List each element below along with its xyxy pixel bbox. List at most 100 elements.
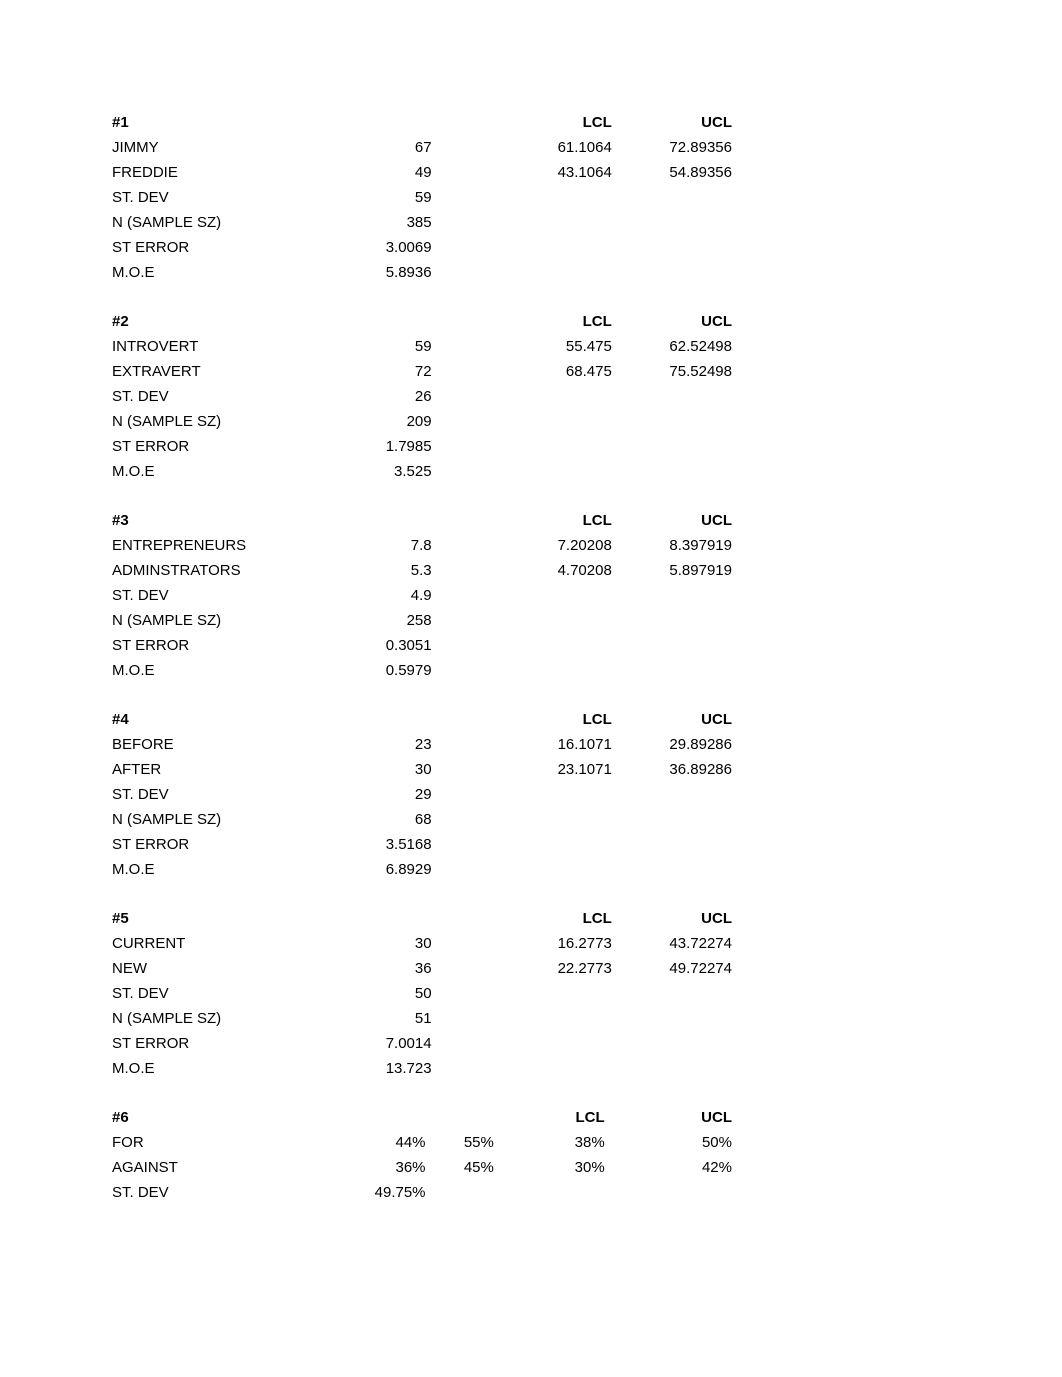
stats-table: #2LCLUCLINTROVERT5955.47562.52498EXTRAVE… (112, 309, 732, 484)
table-row: M.O.E6.8929 (112, 857, 732, 882)
stats-section-1: #1LCLUCLJIMMY6761.106472.89356FREDDIE494… (112, 110, 732, 285)
row-lcl: 30% (494, 1155, 605, 1180)
table-row: M.O.E3.525 (112, 459, 732, 484)
row-label: ST ERROR (112, 1031, 316, 1056)
section-id: #3 (112, 508, 316, 533)
table-row: ADMINSTRATORS5.34.702085.897919 (112, 558, 732, 583)
row-ucl: 54.89356 (612, 160, 732, 185)
row-lcl: 61.1064 (518, 135, 612, 160)
table-row: N (SAMPLE SZ)51 (112, 1006, 732, 1031)
row-value: 36% (312, 1155, 425, 1180)
section-id: #6 (112, 1105, 312, 1130)
table-row: EXTRAVERT7268.47575.52498 (112, 359, 732, 384)
table-header-row: #6 LCL UCL (112, 1105, 732, 1130)
table-row: ST ERROR3.0069 (112, 235, 732, 260)
row-label: ST. DEV (112, 981, 316, 1006)
row-ucl (612, 782, 732, 807)
table-header-row: #5LCLUCL (112, 906, 732, 931)
lcl-header: LCL (494, 1105, 605, 1130)
row-value: 30 (316, 757, 431, 782)
row-ucl: 62.52498 (612, 334, 732, 359)
row-label: NEW (112, 956, 316, 981)
row-ucl (612, 608, 732, 633)
row-lcl: 55.475 (518, 334, 612, 359)
stats-table: #3LCLUCLENTREPRENEURS7.87.202088.397919A… (112, 508, 732, 683)
row-ucl: 8.397919 (612, 533, 732, 558)
row-ucl (612, 210, 732, 235)
row-lcl (518, 260, 612, 285)
table-row: N (SAMPLE SZ)209 (112, 409, 732, 434)
row-lcl (518, 782, 612, 807)
row-lcl (518, 409, 612, 434)
row-lcl: 16.2773 (518, 931, 612, 956)
table-row: ST. DEV50 (112, 981, 732, 1006)
row-label: AGAINST (112, 1155, 312, 1180)
row-ucl: 50% (605, 1130, 732, 1155)
table-row: ST ERROR0.3051 (112, 633, 732, 658)
row-value: 258 (316, 608, 431, 633)
row-lcl (518, 807, 612, 832)
table-row: AGAINST36%45%30%42% (112, 1155, 732, 1180)
table-row: ST ERROR7.0014 (112, 1031, 732, 1056)
row-label: EXTRAVERT (112, 359, 316, 384)
lcl-header: LCL (518, 906, 612, 931)
table-row: FOR44%55%38%50% (112, 1130, 732, 1155)
row-value: 59 (316, 185, 431, 210)
row-value: 3.525 (316, 459, 431, 484)
ucl-header: UCL (605, 1105, 732, 1130)
row-value: 36 (316, 956, 431, 981)
row-ucl (612, 459, 732, 484)
row-value: 59 (316, 334, 431, 359)
row-label: FREDDIE (112, 160, 316, 185)
row-value: 67 (316, 135, 431, 160)
row-lcl (518, 384, 612, 409)
row-label: N (SAMPLE SZ) (112, 409, 316, 434)
row-lcl (518, 1056, 612, 1081)
row-lcl: 68.475 (518, 359, 612, 384)
row-label: INTROVERT (112, 334, 316, 359)
stats-section-2: #2LCLUCLINTROVERT5955.47562.52498EXTRAVE… (112, 309, 732, 484)
table-row: FREDDIE49 43.106454.89356 (112, 160, 732, 185)
row-value: 4.9 (316, 583, 431, 608)
stats-table-6: #6 LCL UCL FOR44%55%38%50%AGAINST36%45%3… (112, 1105, 732, 1205)
row-label: ST ERROR (112, 633, 316, 658)
row-value: 385 (316, 210, 431, 235)
row-value: 5.3 (316, 558, 431, 583)
row-value: 0.5979 (316, 658, 431, 683)
table-header-row: #1LCLUCL (112, 110, 732, 135)
row-lcl (518, 857, 612, 882)
row-ucl (612, 260, 732, 285)
row-label: N (SAMPLE SZ) (112, 210, 316, 235)
ucl-header: UCL (612, 707, 732, 732)
row-label: FOR (112, 1130, 312, 1155)
table-row: ST ERROR1.7985 (112, 434, 732, 459)
table-header-row: #2LCLUCL (112, 309, 732, 334)
row-ucl: 42% (605, 1155, 732, 1180)
table-header-row: #3LCLUCL (112, 508, 732, 533)
row-lcl: 43.1064 (518, 160, 612, 185)
stats-section-6: #6 LCL UCL FOR44%55%38%50%AGAINST36%45%3… (112, 1105, 732, 1205)
row-label: ST ERROR (112, 832, 316, 857)
row-value: 5.8936 (316, 260, 431, 285)
table-row: CURRENT3016.277343.72274 (112, 931, 732, 956)
ucl-header: UCL (612, 309, 732, 334)
stats-section-5: #5LCLUCLCURRENT3016.277343.72274NEW3622.… (112, 906, 732, 1081)
table-header-row: #4LCLUCL (112, 707, 732, 732)
row-value: 49 (316, 160, 431, 185)
row-ucl (612, 409, 732, 434)
row-label: CURRENT (112, 931, 316, 956)
row-value: 51 (316, 1006, 431, 1031)
row-lcl: 16.1071 (518, 732, 612, 757)
row-label: ST. DEV (112, 583, 316, 608)
row-value: 30 (316, 931, 431, 956)
row-value: 50 (316, 981, 431, 1006)
lcl-header: LCL (518, 508, 612, 533)
row-extra (426, 1180, 494, 1205)
row-ucl (612, 1006, 732, 1031)
row-label: M.O.E (112, 857, 316, 882)
row-lcl (518, 1006, 612, 1031)
table-row: N (SAMPLE SZ)258 (112, 608, 732, 633)
row-value: 3.5168 (316, 832, 431, 857)
row-lcl (518, 1031, 612, 1056)
lcl-header: LCL (518, 707, 612, 732)
